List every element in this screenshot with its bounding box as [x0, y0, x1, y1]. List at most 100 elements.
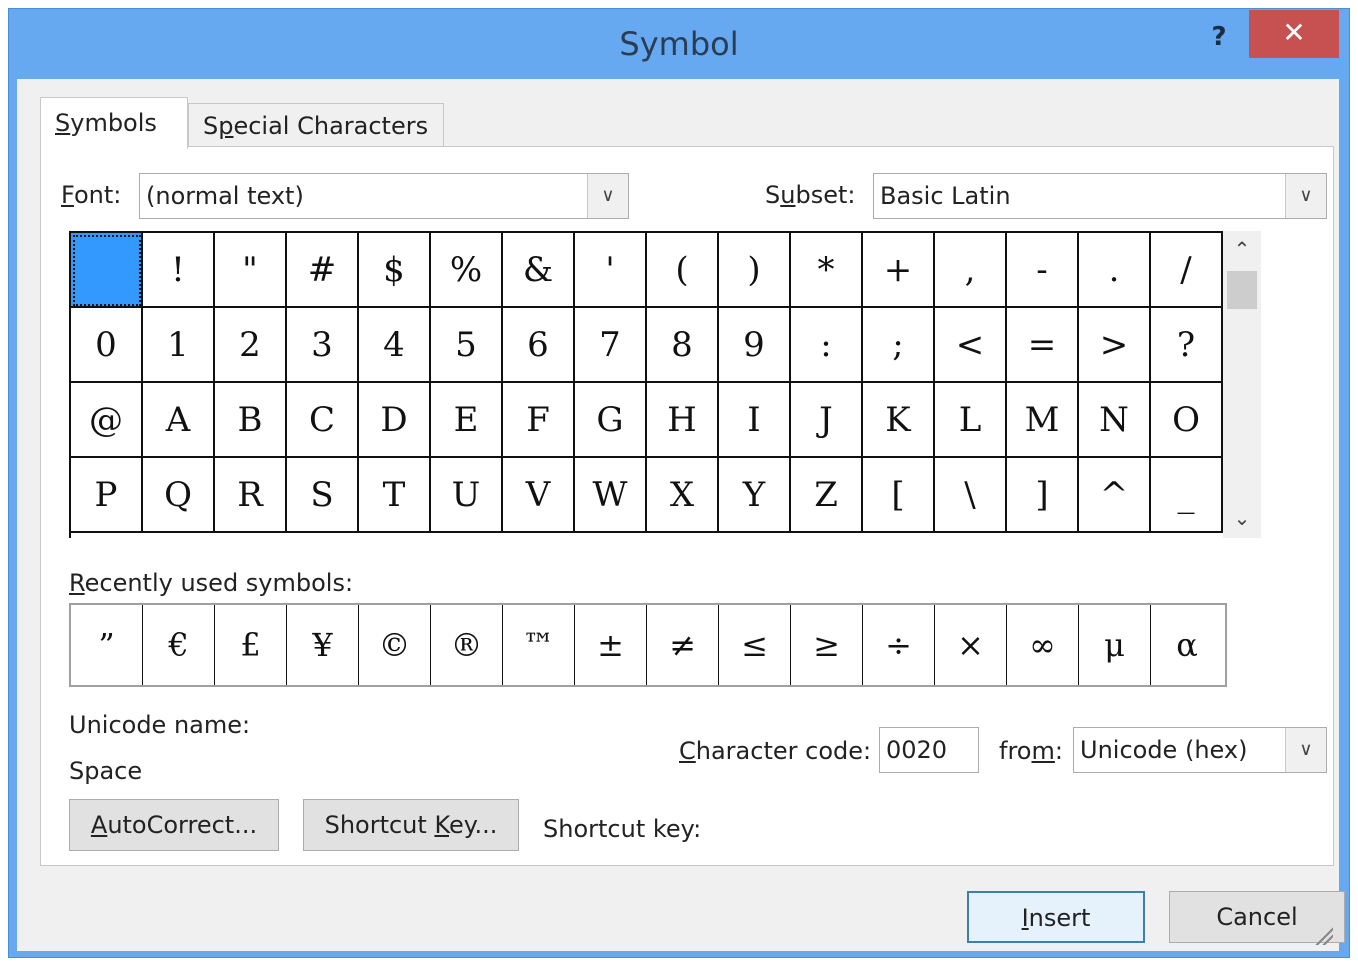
symbol-cell[interactable]: Z — [791, 458, 863, 533]
symbol-cell[interactable]: Y — [719, 458, 791, 533]
tab-special-characters[interactable]: Special Characters — [188, 103, 444, 147]
scrollbar-thumb[interactable] — [1227, 271, 1257, 309]
symbol-cell[interactable]: . — [1079, 233, 1151, 308]
symbol-cell[interactable]: 6 — [503, 308, 575, 383]
symbol-cell[interactable]: S — [287, 458, 359, 533]
symbol-cell[interactable]: T — [359, 458, 431, 533]
symbol-cell[interactable]: O — [1151, 383, 1223, 458]
symbol-cell[interactable]: I — [719, 383, 791, 458]
symbol-cell[interactable]: % — [431, 233, 503, 308]
symbol-cell[interactable]: ) — [719, 233, 791, 308]
symbol-cell[interactable]: 8 — [647, 308, 719, 383]
resize-grip-icon[interactable] — [1311, 923, 1333, 945]
symbol-cell[interactable]: F — [503, 383, 575, 458]
symbol-cell[interactable]: ( — [647, 233, 719, 308]
symbol-cell[interactable]: 1 — [143, 308, 215, 383]
recent-symbol-cell[interactable]: £ — [215, 605, 287, 685]
symbol-cell[interactable]: + — [863, 233, 935, 308]
recent-symbol-cell[interactable]: ≠ — [647, 605, 719, 685]
subset-select[interactable]: Basic Latin ∨ — [873, 173, 1327, 219]
symbol-cell[interactable]: ! — [143, 233, 215, 308]
symbol-cell[interactable]: / — [1151, 233, 1223, 308]
chevron-up-icon[interactable]: ⌃ — [1223, 237, 1261, 261]
symbol-cell[interactable]: - — [1007, 233, 1079, 308]
symbol-cell[interactable] — [71, 233, 143, 308]
recent-symbol-cell[interactable]: ≤ — [719, 605, 791, 685]
character-code-input[interactable]: 0020 — [879, 727, 979, 773]
symbol-cell[interactable]: ? — [1151, 308, 1223, 383]
recent-symbol-cell[interactable]: ± — [575, 605, 647, 685]
symbol-cell[interactable]: : — [791, 308, 863, 383]
symbol-cell[interactable]: E — [431, 383, 503, 458]
symbol-cell[interactable]: H — [647, 383, 719, 458]
recent-symbol-cell[interactable]: © — [359, 605, 431, 685]
shortcut-key-button[interactable]: Shortcut Key... — [303, 799, 519, 851]
symbol-cell[interactable]: N — [1079, 383, 1151, 458]
symbol-cell[interactable]: * — [791, 233, 863, 308]
recent-symbol-cell[interactable]: ÷ — [863, 605, 935, 685]
symbol-cell[interactable]: B — [215, 383, 287, 458]
symbol-cell[interactable]: V — [503, 458, 575, 533]
symbol-cell[interactable]: 5 — [431, 308, 503, 383]
symbol-cell[interactable]: ; — [863, 308, 935, 383]
recent-symbol-cell[interactable]: ® — [431, 605, 503, 685]
symbol-grid-scrollbar[interactable]: ⌃ ⌄ — [1223, 231, 1261, 538]
font-select[interactable]: (normal text) ∨ — [139, 173, 629, 219]
symbol-cell[interactable]: W — [575, 458, 647, 533]
symbol-cell[interactable]: [ — [863, 458, 935, 533]
symbol-cell[interactable]: C — [287, 383, 359, 458]
chevron-down-icon[interactable]: ∨ — [1285, 728, 1326, 772]
recent-symbol-cell[interactable]: ≥ — [791, 605, 863, 685]
recent-symbol-cell[interactable]: μ — [1079, 605, 1151, 685]
autocorrect-button[interactable]: AutoCorrect... — [69, 799, 279, 851]
symbol-cell[interactable]: U — [431, 458, 503, 533]
symbol-cell[interactable]: R — [215, 458, 287, 533]
symbol-cell[interactable]: L — [935, 383, 1007, 458]
from-select[interactable]: Unicode (hex) ∨ — [1073, 727, 1327, 773]
tab-symbols[interactable]: Symbols — [40, 97, 188, 149]
symbol-cell[interactable]: @ — [71, 383, 143, 458]
symbol-cell[interactable]: X — [647, 458, 719, 533]
symbol-cell[interactable]: ' — [575, 233, 647, 308]
symbol-cell[interactable]: ] — [1007, 458, 1079, 533]
symbol-cell[interactable]: G — [575, 383, 647, 458]
symbol-cell[interactable]: & — [503, 233, 575, 308]
symbol-cell[interactable]: \ — [935, 458, 1007, 533]
symbol-cell[interactable]: P — [71, 458, 143, 533]
symbol-cell[interactable]: Q — [143, 458, 215, 533]
symbol-cell[interactable]: D — [359, 383, 431, 458]
close-button[interactable]: ✕ — [1249, 10, 1339, 58]
symbol-cell[interactable]: 4 — [359, 308, 431, 383]
insert-button[interactable]: Insert — [967, 891, 1145, 943]
symbol-cell[interactable]: = — [1007, 308, 1079, 383]
chevron-down-icon[interactable]: ⌄ — [1223, 506, 1261, 530]
font-label-accel: F — [61, 181, 74, 209]
symbol-cell[interactable]: # — [287, 233, 359, 308]
recent-symbol-cell[interactable]: α — [1151, 605, 1223, 685]
symbol-cell[interactable]: A — [143, 383, 215, 458]
recent-symbol-cell[interactable]: € — [143, 605, 215, 685]
recent-symbol-cell[interactable]: ” — [71, 605, 143, 685]
symbol-cell[interactable]: > — [1079, 308, 1151, 383]
chevron-down-icon[interactable]: ∨ — [587, 174, 628, 218]
symbol-cell[interactable]: K — [863, 383, 935, 458]
symbol-cell[interactable]: ^ — [1079, 458, 1151, 533]
symbol-cell[interactable]: 2 — [215, 308, 287, 383]
symbol-cell[interactable]: " — [215, 233, 287, 308]
recent-symbol-cell[interactable]: ¥ — [287, 605, 359, 685]
symbol-cell[interactable]: 7 — [575, 308, 647, 383]
symbol-cell[interactable]: M — [1007, 383, 1079, 458]
symbol-cell[interactable]: J — [791, 383, 863, 458]
symbol-cell[interactable]: _ — [1151, 458, 1223, 533]
help-icon[interactable]: ? — [1197, 15, 1241, 59]
recent-symbol-cell[interactable]: ∞ — [1007, 605, 1079, 685]
symbol-cell[interactable]: 0 — [71, 308, 143, 383]
symbol-cell[interactable]: $ — [359, 233, 431, 308]
recent-symbol-cell[interactable]: × — [935, 605, 1007, 685]
symbol-cell[interactable]: 9 — [719, 308, 791, 383]
symbol-cell[interactable]: , — [935, 233, 1007, 308]
symbol-cell[interactable]: 3 — [287, 308, 359, 383]
symbol-cell[interactable]: < — [935, 308, 1007, 383]
recent-symbol-cell[interactable]: ™ — [503, 605, 575, 685]
chevron-down-icon[interactable]: ∨ — [1285, 174, 1326, 218]
